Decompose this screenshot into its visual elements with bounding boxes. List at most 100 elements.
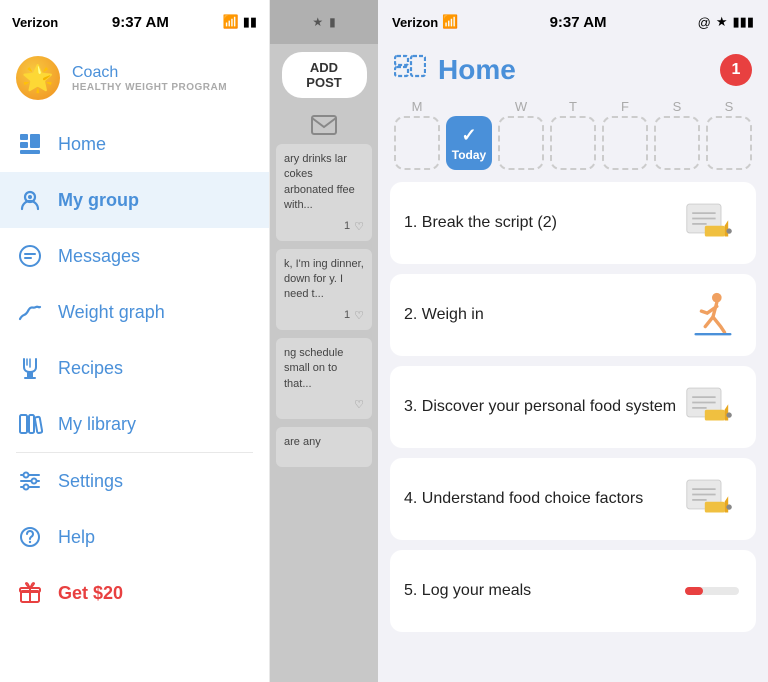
recipes-icon xyxy=(16,354,44,382)
gift-icon xyxy=(16,579,44,607)
day-monday-label: M xyxy=(412,99,423,114)
day-wednesday-box[interactable] xyxy=(498,116,544,170)
task-2-image xyxy=(682,290,742,340)
sidebar-label-home: Home xyxy=(58,134,106,155)
task-5[interactable]: 5. Log your meals xyxy=(390,550,756,632)
feed-item-2-text: k, I'm ing dinner, down for y. I need t.… xyxy=(284,257,364,303)
task-3-image xyxy=(682,382,742,432)
sidebar: Verizon 9:37 AM 📶 ▮▮ 🌟 Coach HEALTHY WEI… xyxy=(0,0,270,682)
day-sunday-box[interactable] xyxy=(706,116,752,170)
day-friday-label: F xyxy=(621,99,629,114)
coach-header: 🌟 Coach HEALTHY WEIGHT PROGRAM xyxy=(0,44,269,116)
today-check-icon: ✓ xyxy=(461,125,476,146)
task-1-image xyxy=(682,198,742,248)
bluetooth-icon: ★ xyxy=(312,15,323,29)
day-picker: M ✓ Today W T F S S xyxy=(378,99,768,182)
day-saturday-box[interactable] xyxy=(654,116,700,170)
sidebar-label-my-library: My library xyxy=(58,414,136,435)
feed-status-bar: ★ ▮ xyxy=(270,0,378,44)
feed-item-3-text: ng schedule small on to that... xyxy=(284,346,364,392)
day-today-box[interactable]: ✓ Today xyxy=(446,116,492,170)
day-wednesday[interactable]: W xyxy=(498,99,544,170)
day-sunday-label: S xyxy=(725,99,734,114)
battery-icon-feed: ▮ xyxy=(329,15,336,29)
sidebar-item-my-group[interactable]: My group xyxy=(0,172,269,228)
sidebar-label-help: Help xyxy=(58,527,95,548)
home-header: Home 1 xyxy=(378,44,768,99)
task-3[interactable]: 3. Discover your personal food system xyxy=(390,366,756,448)
mail-icon xyxy=(270,106,378,140)
sidebar-label-settings: Settings xyxy=(58,471,123,492)
feed-item-2-likes: 1 xyxy=(344,309,350,321)
feed-item-4-text: are any xyxy=(284,435,364,450)
day-today[interactable]: ✓ Today xyxy=(446,116,492,170)
carrier-right: Verizon xyxy=(392,15,438,30)
task-2[interactable]: 2. Weigh in xyxy=(390,274,756,356)
task-1-title: 1. Break the script (2) xyxy=(404,212,682,234)
feed-item-1: ary drinks lar cokes arbonated ffee with… xyxy=(276,144,372,241)
task-2-title: 2. Weigh in xyxy=(404,304,682,326)
carrier-left: Verizon xyxy=(12,15,58,30)
day-saturday[interactable]: S xyxy=(654,99,700,170)
day-friday[interactable]: F xyxy=(602,99,648,170)
feed-item-4: are any xyxy=(276,427,372,467)
home-panel: Verizon 📶 9:37 AM @ ★ ▮▮▮ Home 1 M xyxy=(378,0,768,682)
home-status-bar: Verizon 📶 9:37 AM @ ★ ▮▮▮ xyxy=(378,0,768,44)
battery-icon: ▮▮ xyxy=(243,14,257,30)
wifi-icon-right: 📶 xyxy=(442,14,458,30)
home-status-right: @ ★ ▮▮▮ xyxy=(698,14,754,30)
coach-avatar: 🌟 xyxy=(16,56,60,100)
status-icons-left: 📶 ▮▮ xyxy=(223,14,258,30)
heart-icon-2[interactable]: ♡ xyxy=(354,309,364,322)
today-label: Today xyxy=(452,148,486,162)
time-right: 9:37 AM xyxy=(550,14,607,31)
help-icon xyxy=(16,523,44,551)
task-1[interactable]: 1. Break the script (2) xyxy=(390,182,756,264)
task-3-title: 3. Discover your personal food system xyxy=(404,396,682,418)
home-title-row: Home xyxy=(394,52,516,87)
sidebar-item-get20[interactable]: Get $20 xyxy=(0,565,269,621)
day-saturday-label: S xyxy=(673,99,682,114)
sidebar-item-messages[interactable]: Messages xyxy=(0,228,269,284)
bt-icon: ★ xyxy=(716,14,728,30)
task-4[interactable]: 4. Understand food choice factors xyxy=(390,458,756,540)
heart-icon-3[interactable]: ♡ xyxy=(354,398,364,411)
notification-badge[interactable]: 1 xyxy=(720,54,752,86)
day-thursday[interactable]: T xyxy=(550,99,596,170)
coach-subtitle: HEALTHY WEIGHT PROGRAM xyxy=(72,82,227,93)
sidebar-label-messages: Messages xyxy=(58,246,140,267)
feed-item-1-footer: 1 ♡ xyxy=(284,220,364,233)
day-monday[interactable]: M xyxy=(394,99,440,170)
add-post-button[interactable]: ADD POST xyxy=(282,52,367,98)
weight-graph-icon xyxy=(16,298,44,326)
group-icon xyxy=(16,186,44,214)
feed-item-2-footer: 1 ♡ xyxy=(284,309,364,322)
task-list: 1. Break the script (2) 2. Weigh in xyxy=(378,182,768,682)
day-sunday[interactable]: S xyxy=(706,99,752,170)
sidebar-item-my-library[interactable]: My library xyxy=(0,396,269,452)
day-friday-box[interactable] xyxy=(602,116,648,170)
sidebar-label-get20: Get $20 xyxy=(58,583,123,604)
day-thursday-box[interactable] xyxy=(550,116,596,170)
day-monday-box[interactable] xyxy=(394,116,440,170)
home-panel-icon xyxy=(394,52,426,87)
feed-item-1-likes: 1 xyxy=(344,220,350,232)
sidebar-item-recipes[interactable]: Recipes xyxy=(0,340,269,396)
sidebar-item-weight-graph[interactable]: Weight graph xyxy=(0,284,269,340)
message-icon xyxy=(16,242,44,270)
time-left: 9:37 AM xyxy=(112,14,169,31)
coach-info: Coach HEALTHY WEIGHT PROGRAM xyxy=(72,64,227,93)
sidebar-label-recipes: Recipes xyxy=(58,358,123,379)
heart-icon-1[interactable]: ♡ xyxy=(354,220,364,233)
day-thursday-label: T xyxy=(569,99,577,114)
wifi-icon: 📶 xyxy=(223,14,239,30)
task-5-title: 5. Log your meals xyxy=(404,580,682,602)
coach-name: Coach xyxy=(72,64,227,82)
sidebar-item-settings[interactable]: Settings xyxy=(0,453,269,509)
task-5-image xyxy=(682,566,742,616)
sidebar-label-weight-graph: Weight graph xyxy=(58,302,165,323)
feed-panel: ★ ▮ ADD POST ary drinks lar cokes arbona… xyxy=(270,0,378,682)
sidebar-item-help[interactable]: Help xyxy=(0,509,269,565)
sidebar-item-home[interactable]: Home xyxy=(0,116,269,172)
status-bar-left: Verizon 9:37 AM 📶 ▮▮ xyxy=(0,0,269,44)
